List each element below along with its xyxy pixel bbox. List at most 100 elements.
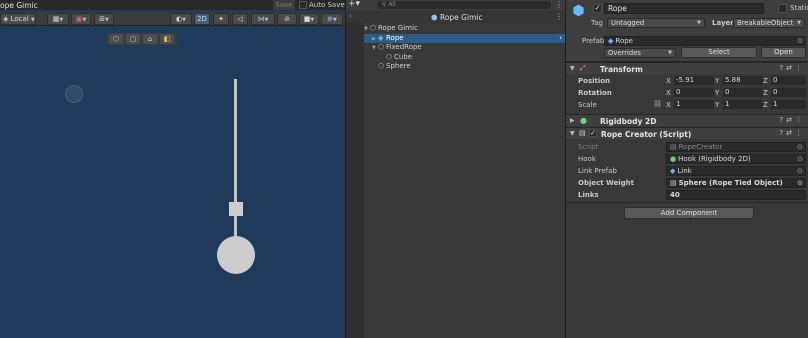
layer-label: Layer [712, 19, 734, 27]
object-picker-icon[interactable]: ⊙ [797, 179, 803, 187]
scale-y-label: Y [715, 101, 720, 109]
hierarchy-item-label: Rope [386, 33, 404, 42]
add-button[interactable]: +▾ [348, 0, 360, 9]
scene-view[interactable]: ope Gimic Save Auto Save ◈ Local ▼ ▦▼ ▣▼… [0, 0, 345, 338]
chevron-down-icon: ▼ [697, 20, 701, 26]
rotation-x-label: X [666, 89, 671, 97]
hierarchy-item-rope-gimic[interactable]: ▼ ⬡ Rope Gimic [364, 24, 565, 34]
foldout-arrow-icon[interactable]: ▼ [570, 130, 575, 137]
chevron-down-icon: ▼ [31, 17, 35, 23]
scene-visibility-toggle[interactable]: ⊘ [277, 13, 297, 25]
scale-z-field[interactable]: 1 [771, 100, 806, 109]
rect-tool-button[interactable]: ▢ [126, 34, 140, 44]
scale-x-field[interactable]: 1 [674, 100, 714, 109]
hierarchy-search-input[interactable]: ⚲ All [377, 1, 551, 9]
rope-creator-component-header[interactable]: ▼ ▤ ✓ Rope Creator (Script) ?⇄⋮ [566, 127, 808, 139]
hook-field[interactable]: ● Hook (Rigidbody 2D) ⊙ [666, 154, 806, 164]
scale-y-field[interactable]: 1 [723, 100, 763, 109]
rotation-z-field[interactable]: 0 [771, 88, 806, 97]
box-collider-edit-button[interactable]: ⬡ [109, 34, 123, 44]
camera-dropdown[interactable]: ■▼ [299, 13, 319, 25]
open-prefab-chevron-icon[interactable]: › [559, 34, 562, 44]
overrides-dropdown[interactable]: Overrides ▼ [604, 48, 676, 58]
scene-toolbar: ◈ Local ▼ ▦▼ ▣▼ ⊞▼ ◐▼ 2D ✦ ◁ ⋈▼ ⊘ ■▼ ⊕▼ [0, 12, 345, 26]
kebab-menu-icon[interactable]: ⋮ [795, 129, 805, 137]
custom-tool-button[interactable]: ◧ [160, 34, 174, 44]
divider [566, 202, 808, 203]
static-checkbox[interactable] [778, 4, 787, 13]
hierarchy-item-sphere[interactable]: ⬡ Sphere [364, 62, 565, 72]
audio-toggle-button[interactable]: ◁ [232, 13, 248, 25]
chevron-down-icon: ▼ [310, 17, 315, 23]
preset-icon[interactable]: ⇄ [786, 116, 795, 124]
object-name-field[interactable]: Rope [604, 3, 764, 14]
rope-cube[interactable] [229, 202, 243, 216]
effects-dropdown[interactable]: ⋈▼ [251, 13, 275, 25]
open-button[interactable]: Open [761, 47, 806, 58]
prefab-asset-field[interactable]: ◆ Rope ⊙ [604, 36, 806, 46]
scene-menu-icon[interactable]: ⋮ [555, 12, 563, 21]
grid-snap-dropdown[interactable]: ▦▼ [47, 13, 69, 25]
inspector-panel: ⬢ ✓ Rope Static Tag Untagged ▼ Layer Brea… [565, 0, 808, 338]
hierarchy-item-cube[interactable]: ⬡ Cube [364, 53, 565, 63]
active-checkbox[interactable]: ✓ [593, 4, 602, 13]
rope-creator-enabled-checkbox[interactable]: ✓ [589, 129, 597, 137]
hierarchy-item-fixedrope[interactable]: ▼ ⬡ FixedRope [364, 43, 565, 53]
chevron-down-icon: ▼ [105, 17, 109, 23]
position-x-field[interactable]: -5.91 [674, 76, 714, 85]
snap-increment-dropdown[interactable]: ▣▼ [71, 13, 91, 25]
2d-toggle-button[interactable]: 2D [194, 13, 210, 25]
preset-icon[interactable]: ⇄ [786, 64, 795, 72]
back-arrow-icon[interactable]: ‹ [349, 12, 352, 20]
object-picker-icon[interactable]: ⊙ [797, 155, 803, 163]
scale-z-label: Z [763, 101, 768, 109]
rigidbody-2d-component-header[interactable]: ▶ ● Rigidbody 2D ?⇄⋮ [566, 114, 808, 126]
gizmo-circle[interactable] [65, 85, 83, 103]
shading-mode-dropdown[interactable]: ◐▼ [170, 13, 192, 25]
position-y-field[interactable]: 5.88 [723, 76, 763, 85]
tag-dropdown[interactable]: Untagged ▼ [607, 18, 705, 28]
pivot-tool-button[interactable]: ⌂ [143, 34, 157, 44]
gizmos-dropdown[interactable]: ⊕▼ [321, 13, 343, 25]
foldout-arrow-icon[interactable]: ▶ [570, 117, 575, 124]
links-field[interactable]: 40 [666, 190, 806, 200]
save-button[interactable]: Save [273, 0, 295, 10]
component-actions: ?⇄⋮ [779, 64, 805, 72]
static-label: Static [790, 4, 808, 12]
rope-sphere[interactable] [217, 236, 255, 274]
prefab-cube-icon: ⬢ [572, 3, 585, 19]
object-picker-icon[interactable]: ⊙ [797, 167, 803, 175]
transform-icon: ⤢ [580, 64, 586, 72]
preset-icon[interactable]: ⇄ [786, 129, 795, 137]
scene-header-title: ⬢ Rope Gimic [431, 13, 483, 22]
pivot-dropdown[interactable]: ◈ Local ▼ [0, 13, 36, 25]
kebab-menu-icon[interactable]: ⋮ [795, 116, 805, 124]
select-button[interactable]: Select [681, 47, 757, 58]
kebab-menu-icon[interactable]: ⋮ [795, 64, 805, 72]
hierarchy-menu-icon[interactable]: ⋮ [555, 0, 563, 9]
hierarchy-toolbar: +▾ ⚲ All ⋮ [346, 0, 565, 10]
link-prefab-field[interactable]: ◆ Link ⊙ [666, 166, 806, 176]
rotation-x-field[interactable]: 0 [674, 88, 714, 97]
scene-header-row[interactable]: ‹ ⬢ Rope Gimic ⋮ [346, 11, 565, 23]
increment-snap-button[interactable]: ⊞▼ [94, 13, 114, 25]
rotation-y-label: Y [715, 89, 720, 97]
transform-component-header[interactable]: ▼ ⤢ Transform ?⇄⋮ [566, 62, 808, 74]
script-icon: ▤ [579, 129, 586, 137]
prefab-icon: ◆ [608, 37, 614, 45]
inspector-header: ⬢ ✓ Rope Static Tag Untagged ▼ Layer Brea… [566, 0, 808, 62]
object-weight-field[interactable]: ▤ Sphere (Rope Tied Object) ⊙ [666, 178, 806, 188]
script-file-icon: ▤ [670, 143, 677, 151]
rotation-y-field[interactable]: 0 [723, 88, 763, 97]
hierarchy-item-rope[interactable]: ▶ ◆ Rope › [364, 33, 565, 44]
add-component-button[interactable]: Add Component [624, 207, 754, 219]
autosave-checkbox[interactable] [299, 1, 307, 9]
object-picker-icon[interactable]: ⊙ [797, 37, 803, 45]
foldout-arrow-icon[interactable]: ▼ [570, 65, 575, 72]
pivot-icon: ⌂ [147, 35, 153, 43]
link-scale-icon[interactable]: ⛓ [653, 100, 662, 108]
position-z-field[interactable]: 0 [771, 76, 806, 85]
lighting-toggle-button[interactable]: ✦ [213, 13, 229, 25]
speaker-icon: ◁ [237, 15, 243, 23]
layer-dropdown[interactable]: BreakableObject ▼ [733, 18, 805, 28]
